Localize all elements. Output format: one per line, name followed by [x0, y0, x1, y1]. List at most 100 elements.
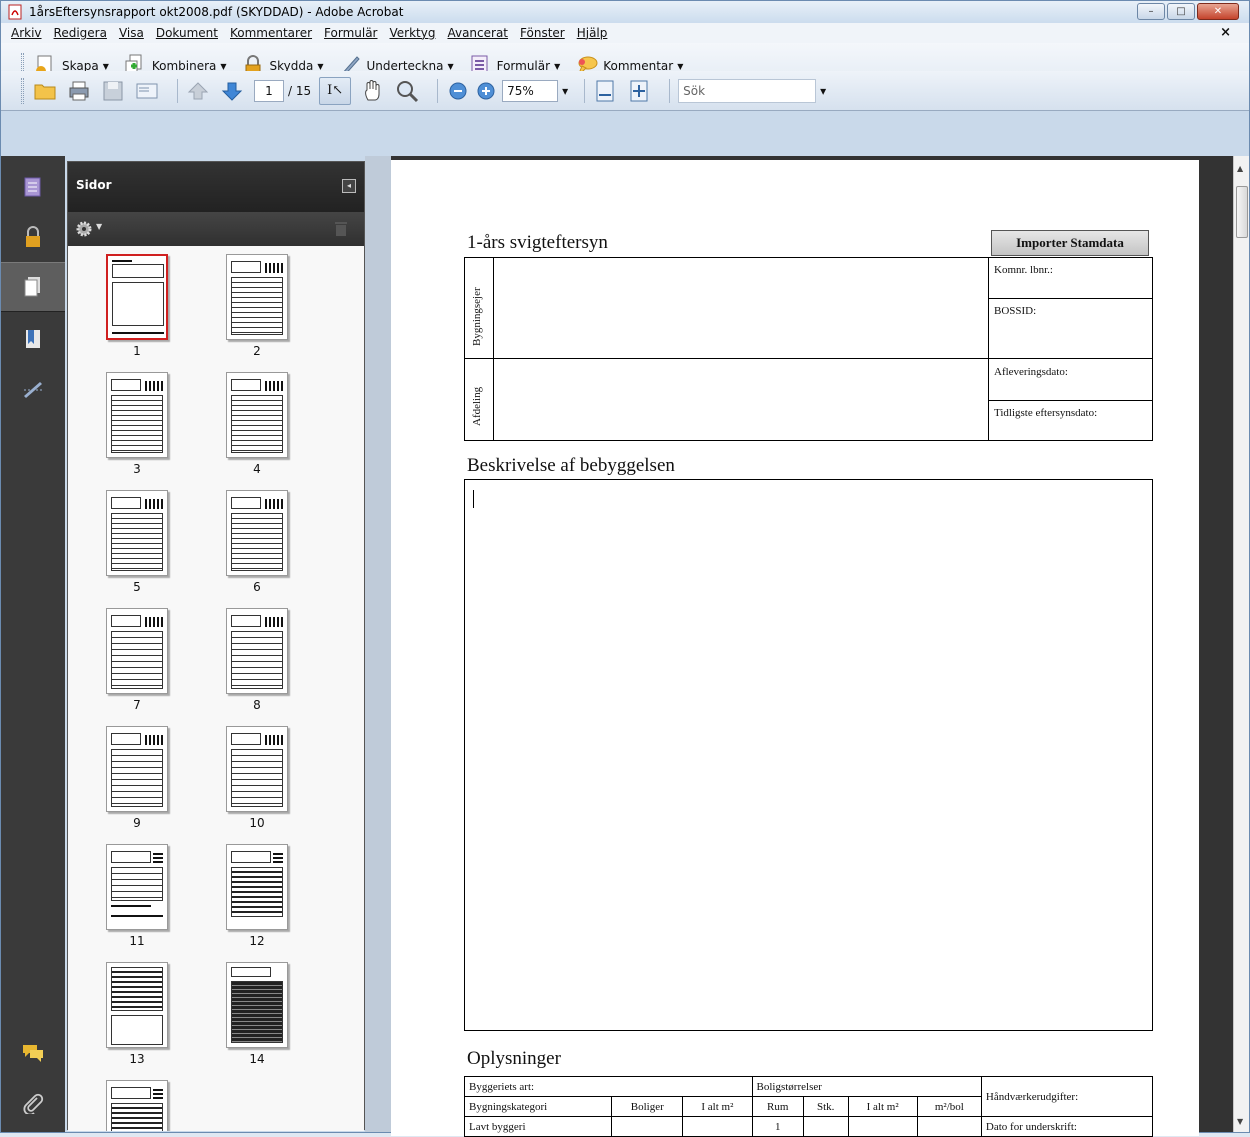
page-thumbnail-9[interactable] — [106, 726, 168, 812]
minimize-button[interactable]: – — [1137, 3, 1165, 20]
menu-visa[interactable]: Visa — [113, 26, 150, 40]
page-thumbnail-2[interactable] — [226, 254, 288, 340]
table-cell[interactable] — [847, 1116, 918, 1137]
menu-fonster[interactable]: Fönster — [514, 26, 571, 40]
hand-tool-icon[interactable] — [361, 79, 385, 103]
scrollbar-thumb[interactable] — [1236, 186, 1248, 238]
afdeling-field[interactable] — [495, 359, 987, 440]
toolbar-divider — [437, 78, 439, 103]
chevron-down-icon: ▼ — [677, 61, 684, 71]
security-button[interactable] — [1, 212, 65, 262]
page-thumbnail-6[interactable] — [226, 490, 288, 576]
table-cell[interactable] — [802, 1116, 849, 1137]
bygningsejer-field[interactable] — [495, 258, 987, 357]
page-number-label: 14 — [249, 1052, 265, 1066]
print-icon[interactable] — [67, 79, 91, 103]
attachments-button[interactable] — [1, 1078, 65, 1128]
layers-button[interactable] — [1, 162, 65, 212]
scroll-up-icon[interactable]: ▲ — [1237, 164, 1243, 173]
page-thumbnail-14[interactable] — [226, 962, 288, 1048]
zoom-out-icon[interactable] — [446, 79, 470, 103]
table-cell[interactable] — [611, 1116, 684, 1137]
collapse-panel-button[interactable]: ◂ — [342, 179, 356, 193]
page-thumbnail-11[interactable] — [106, 844, 168, 930]
window-title: 1årsEftersynsrapport okt2008.pdf (SKYDDA… — [29, 5, 404, 19]
page-number-label: 5 — [133, 580, 141, 594]
bookmarks-button[interactable] — [1, 314, 65, 364]
fit-page-icon[interactable] — [627, 79, 651, 103]
page-number-label: 13 — [129, 1052, 145, 1066]
import-stamdata-button[interactable]: Importer Stamdata — [991, 230, 1149, 256]
menu-avancerat[interactable]: Avancerat — [441, 26, 514, 40]
pages-panel-title: Sidor — [76, 178, 112, 192]
menu-verktyg[interactable]: Verktyg — [384, 26, 442, 40]
page-thumbnail-8[interactable] — [226, 608, 288, 694]
page-thumbnail-13[interactable] — [106, 962, 168, 1048]
menu-redigera[interactable]: Redigera — [48, 26, 113, 40]
page-number-label: 8 — [253, 698, 261, 712]
next-page-icon[interactable] — [220, 79, 244, 103]
menu-dokument[interactable]: Dokument — [150, 26, 224, 40]
table-cell[interactable] — [682, 1116, 753, 1137]
page-thumbnail-10[interactable] — [226, 726, 288, 812]
page-thumbnail-1[interactable] — [106, 254, 168, 340]
pages-icon — [24, 277, 40, 297]
table-cell: 1 — [751, 1116, 804, 1137]
menu-formular[interactable]: Formulär — [318, 26, 383, 40]
page-thumbnail-12[interactable] — [226, 844, 288, 930]
beskrivelse-textarea[interactable] — [464, 479, 1153, 1031]
toolbar-grip[interactable] — [21, 78, 24, 104]
zoom-level-input[interactable]: 75% — [502, 79, 559, 102]
page-thumbnail-3[interactable] — [106, 372, 168, 458]
chevron-down-icon: ▼ — [220, 61, 227, 71]
bygningsejer-label: Bygningsejer — [471, 287, 483, 346]
save-icon[interactable] — [101, 79, 125, 103]
fit-width-icon[interactable] — [593, 79, 617, 103]
signature-icon — [24, 382, 42, 398]
divider — [988, 298, 1153, 299]
page-number-input[interactable]: 1 — [254, 79, 284, 102]
navigation-pane-strip — [1, 156, 65, 1132]
search-dropdown-icon[interactable]: ▾ — [820, 84, 826, 98]
trash-icon[interactable] — [334, 221, 348, 237]
open-folder-icon[interactable] — [33, 79, 57, 103]
options-dropdown-icon[interactable]: ▼ — [96, 222, 102, 231]
page-thumbnails: 1 2 3 4 5 6 7 8 9 10 11 12 13 14 — [68, 246, 364, 1131]
options-gear-icon[interactable] — [76, 221, 94, 237]
previous-page-icon[interactable] — [186, 79, 210, 103]
maximize-button[interactable]: □ — [1167, 3, 1195, 20]
table-header: I alt m² — [847, 1096, 918, 1117]
marquee-zoom-icon[interactable] — [395, 79, 419, 103]
comments-list-button[interactable] — [1, 1028, 65, 1078]
afdeling-label: Afdeling — [471, 386, 483, 426]
table-cell[interactable] — [916, 1116, 982, 1137]
page-thumbnail-4[interactable] — [226, 372, 288, 458]
page-number-label: 9 — [133, 816, 141, 830]
divider — [988, 400, 1153, 401]
email-icon[interactable] — [135, 79, 159, 103]
document-page: 1-års svigteftersyn Importer Stamdata By… — [391, 160, 1199, 1137]
afleveringsdato-label: Afleveringsdato: — [994, 366, 1068, 378]
pages-panel-options-bar: ▼ — [68, 212, 364, 246]
panel-splitter[interactable] — [365, 156, 391, 1132]
page-number-label: 4 — [253, 462, 261, 476]
scroll-down-icon[interactable]: ▼ — [1237, 1117, 1243, 1126]
menu-hjalp[interactable]: Hjälp — [571, 26, 614, 40]
page-thumbnail-5[interactable] — [106, 490, 168, 576]
pdf-app-icon — [8, 4, 22, 20]
select-tool-button[interactable]: I↖ — [319, 76, 352, 105]
page-thumbnail-7[interactable] — [106, 608, 168, 694]
search-input[interactable]: Sök — [678, 78, 817, 103]
pages-button[interactable] — [1, 262, 65, 312]
zoom-in-icon[interactable] — [474, 79, 498, 103]
vertical-scrollbar[interactable]: ▲ ▼ — [1233, 156, 1249, 1132]
page-number-label: 10 — [249, 816, 265, 830]
page-thumbnail-15[interactable] — [106, 1080, 168, 1131]
zoom-dropdown-icon[interactable]: ▾ — [562, 84, 568, 98]
chevron-down-icon: ▼ — [102, 61, 109, 71]
menu-arkiv[interactable]: Arkiv — [5, 26, 48, 40]
document-close-icon[interactable]: × — [1220, 25, 1231, 40]
signatures-button[interactable] — [1, 364, 65, 414]
menu-kommentarer[interactable]: Kommentarer — [224, 26, 318, 40]
close-button[interactable]: ✕ — [1197, 3, 1239, 20]
